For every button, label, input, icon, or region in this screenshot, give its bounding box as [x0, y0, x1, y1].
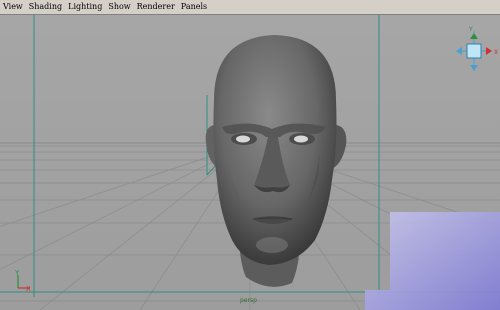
- perspective-viewport[interactable]: Y X Y X persp: [0, 15, 500, 310]
- menu-renderer[interactable]: Renderer: [134, 0, 178, 14]
- view-cube-x-label: X: [494, 49, 498, 56]
- origin-y-label: Y: [14, 269, 20, 277]
- menu-show[interactable]: Show: [105, 0, 133, 14]
- panel-menubar: View Shading Lighting Show Renderer Pane…: [0, 0, 500, 15]
- viewport-scene[interactable]: Y X Y X persp: [0, 15, 500, 310]
- menu-view[interactable]: View: [0, 0, 26, 14]
- menu-panels[interactable]: Panels: [178, 0, 210, 14]
- camera-name-label: persp: [240, 297, 257, 304]
- menu-lighting[interactable]: Lighting: [65, 0, 105, 14]
- maya-window: View Shading Lighting Show Renderer Pane…: [0, 0, 500, 310]
- menu-shading[interactable]: Shading: [26, 0, 65, 14]
- origin-x-label: X: [26, 285, 31, 293]
- view-cube-y-label: Y: [468, 26, 473, 33]
